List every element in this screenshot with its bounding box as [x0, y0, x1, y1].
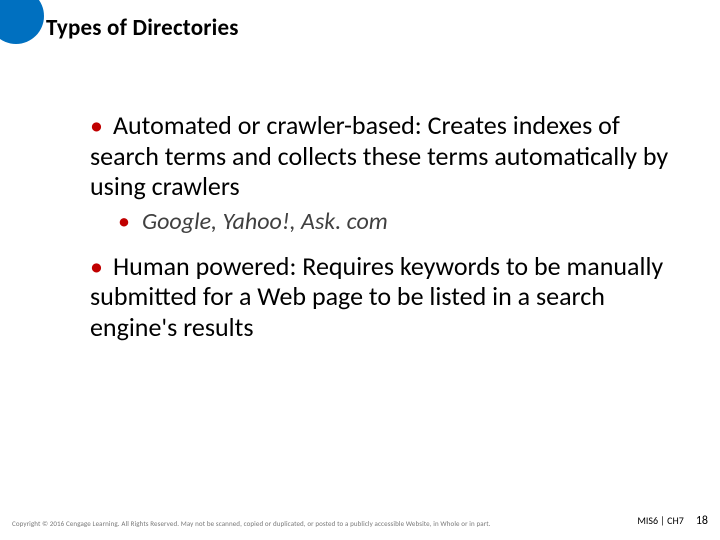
- chapter-label: MIS6 | CH7: [637, 514, 684, 527]
- slide: Types of Directories •Automated or crawl…: [0, 0, 720, 540]
- decorative-circle: [0, 0, 44, 44]
- bullet-text: Google, Yahoo!, Ask. com: [142, 207, 388, 236]
- copyright-text: Copyright © 2016 Cengage Learning. All R…: [12, 519, 491, 528]
- footer: Copyright © 2016 Cengage Learning. All R…: [12, 514, 708, 528]
- slide-body: •Automated or crawler-based: Creates ind…: [90, 110, 690, 349]
- bullet-icon: •: [90, 250, 103, 282]
- bullet-item-1: •Automated or crawler-based: Creates ind…: [90, 110, 690, 202]
- bullet-text: Human powered: Requires keywords to be m…: [90, 250, 663, 343]
- footer-right: MIS6 | CH7 18: [637, 514, 708, 528]
- page-number: 18: [696, 514, 708, 528]
- bullet-item-2: •Human powered: Requires keywords to be …: [90, 251, 690, 343]
- bullet-subitem-1: • Google, Yahoo!, Ask. com: [118, 208, 690, 237]
- bullet-icon: •: [118, 207, 130, 236]
- bullet-text: Automated or crawler-based: Creates inde…: [90, 109, 668, 202]
- slide-title: Types of Directories: [46, 14, 239, 42]
- bullet-icon: •: [90, 109, 103, 141]
